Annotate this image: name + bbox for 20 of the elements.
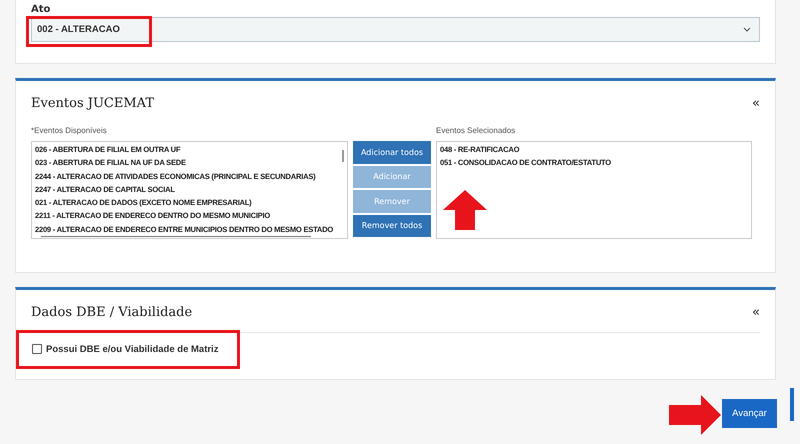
scrollbar-thumb[interactable] — [342, 150, 344, 162]
transfer-button[interactable]: Adicionar todos — [353, 141, 431, 164]
arrow-up-icon — [443, 190, 487, 230]
list-label: *Eventos Disponíveis — [31, 125, 108, 137]
available-listbox[interactable] — [31, 141, 348, 239]
ato-select[interactable]: 002 - ALTERACAO — [31, 17, 760, 42]
section-title: Eventos JUCEMAT — [31, 96, 154, 110]
scrollbar-thumb[interactable] — [41, 236, 311, 237]
checkbox[interactable] — [32, 344, 42, 354]
chevron-down-icon — [743, 27, 751, 32]
transfer-button[interactable]: Remover todos — [353, 214, 431, 237]
field-label: Ato — [31, 3, 52, 17]
checkbox-label: Possui DBE e/ou Viabilidade de Matriz — [46, 344, 218, 354]
list-label: Eventos Selecionados — [436, 125, 516, 137]
side-tab[interactable] — [790, 388, 794, 421]
section-title: Dados DBE / Viabilidade — [31, 304, 192, 320]
collapse-toggle[interactable]: « — [752, 96, 760, 110]
next-button[interactable]: Avançar — [722, 399, 777, 428]
arrow-right-icon — [669, 395, 721, 435]
collapse-toggle[interactable]: « — [752, 304, 760, 320]
